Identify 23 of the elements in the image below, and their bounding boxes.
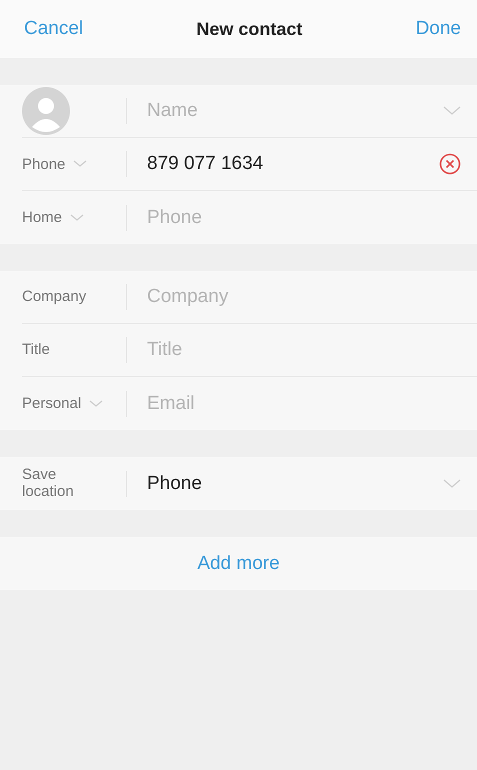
- input-field[interactable]: Email: [147, 388, 461, 418]
- input-field[interactable]: Title: [147, 335, 461, 365]
- chevron-down-icon[interactable]: [443, 478, 461, 488]
- label-type-dropdown[interactable]: Personal: [22, 395, 104, 412]
- input-field[interactable]: Phone: [147, 202, 461, 232]
- field-label: Company: [22, 288, 86, 306]
- avatar-icon[interactable]: [22, 87, 70, 135]
- input-field[interactable]: 879 077 1634: [147, 149, 431, 179]
- input-field[interactable]: Name: [147, 96, 443, 126]
- clear-icon[interactable]: [439, 153, 461, 175]
- field-label: Title: [22, 342, 50, 358]
- chevron-down-icon: [70, 214, 84, 222]
- label-type-dropdown[interactable]: Home: [22, 209, 84, 226]
- input-field[interactable]: Company: [147, 282, 461, 312]
- input-field[interactable]: Phone: [147, 468, 443, 498]
- chevron-down-icon: [89, 400, 104, 408]
- chevron-down-icon: [73, 160, 88, 168]
- screen-title: New contact: [196, 18, 302, 40]
- field-label: Save location: [22, 467, 74, 500]
- label-type-dropdown[interactable]: Phone: [22, 156, 88, 172]
- chevron-down-icon[interactable]: [443, 106, 461, 116]
- done-button[interactable]: Done: [414, 14, 463, 44]
- cancel-button[interactable]: Cancel: [22, 14, 86, 44]
